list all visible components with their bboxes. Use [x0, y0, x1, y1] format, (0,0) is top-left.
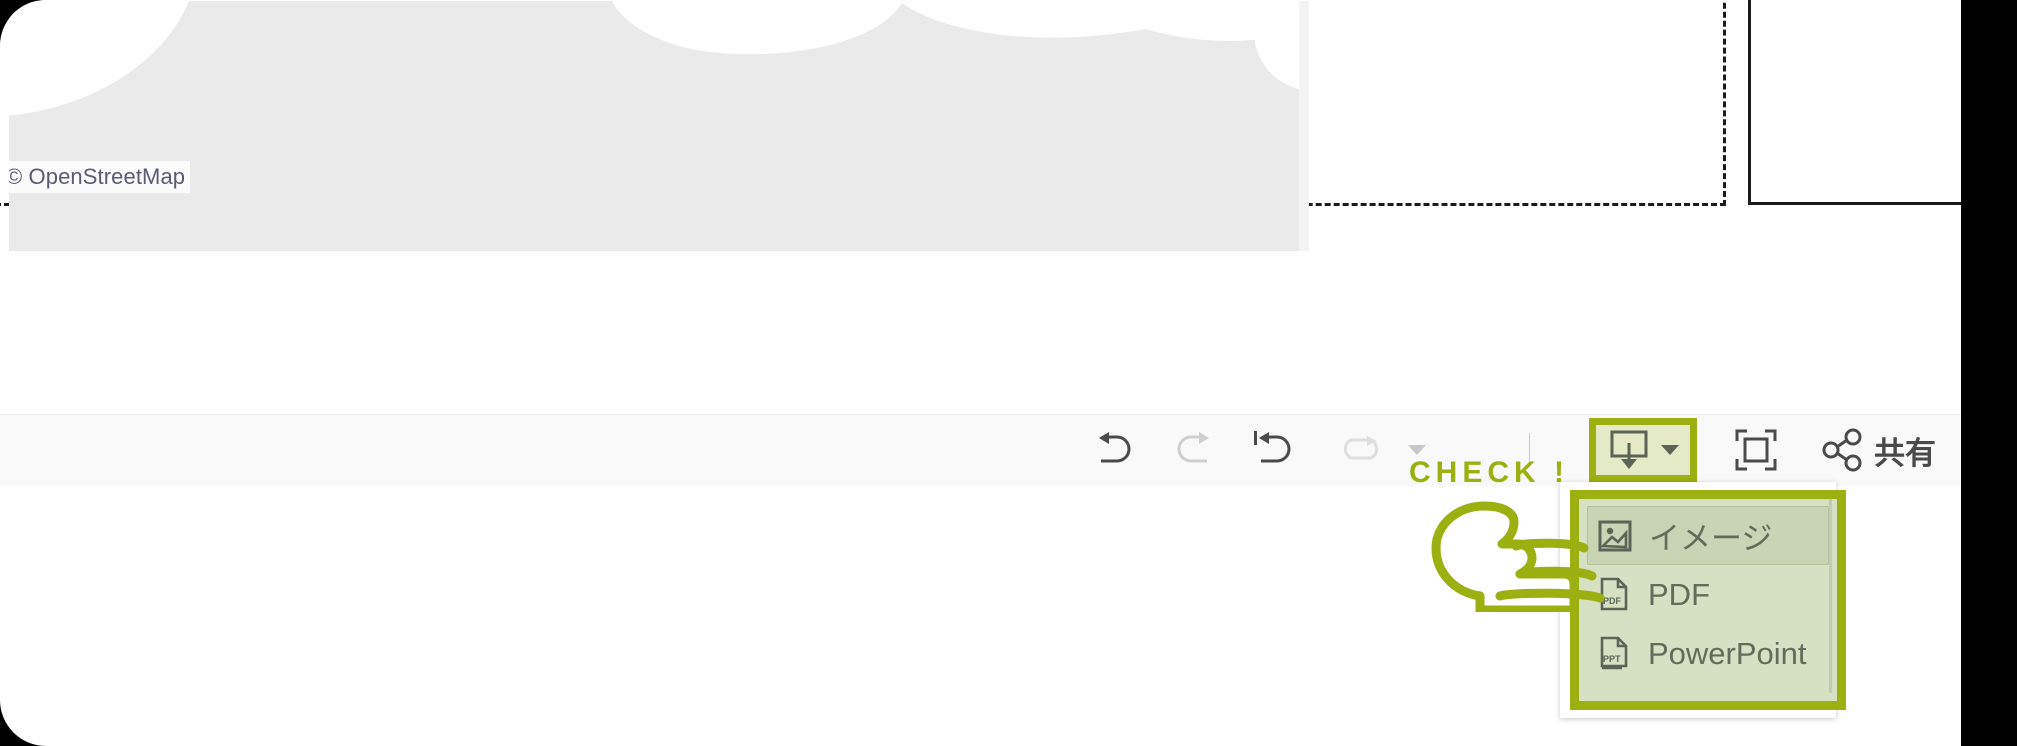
svg-text:PPT: PPT	[1603, 654, 1621, 664]
landmass-shape	[601, 1, 917, 69]
share-icon	[1822, 428, 1862, 472]
page-surface: © OpenStreetMap CHECK ! 共有 イメージ PDF PDF …	[0, 0, 1961, 746]
share-button[interactable]: 共有	[1820, 414, 1961, 486]
revert-arrow-icon	[1254, 431, 1291, 463]
export-menu-item-label: PowerPoint	[1648, 635, 1807, 671]
fullscreen-button[interactable]	[1724, 414, 1788, 486]
map-attribution[interactable]: © OpenStreetMap	[9, 161, 191, 193]
redo-button[interactable]	[1162, 414, 1226, 486]
pointing-hand-cursor-icon	[1431, 501, 1605, 612]
revert-to-start-button[interactable]	[1242, 414, 1306, 486]
right-black-gutter	[1961, 0, 2017, 746]
powerpoint-file-icon: PPT	[1600, 636, 1628, 669]
export-download-icon	[1610, 430, 1648, 469]
export-menu-scrollbar[interactable]	[1829, 499, 1832, 693]
chevron-down-icon	[1661, 445, 1679, 455]
export-menu-item-pdf[interactable]: PDF PDF	[1579, 565, 1837, 624]
check-annotation-label: CHECK !	[1409, 456, 1569, 489]
undo-arrow-icon	[1099, 432, 1131, 463]
share-button-label: 共有	[1874, 435, 1936, 471]
replay-arrow-icon	[1343, 436, 1379, 460]
export-menu-item-powerpoint[interactable]: PPT PowerPoint	[1579, 624, 1837, 683]
replay-button[interactable]	[1330, 414, 1394, 486]
screen-root: © OpenStreetMap CHECK ! 共有 イメージ PDF PDF …	[0, 0, 2017, 746]
export-menu-item-label: イメージ	[1649, 521, 1773, 556]
map-edge-panel	[1299, 1, 1309, 251]
undo-button[interactable]	[1082, 414, 1146, 486]
export-button[interactable]	[1589, 418, 1697, 482]
export-menu-list: イメージ PDF PDF PPT PowerPoint	[1579, 499, 1837, 701]
map-canvas[interactable]: © OpenStreetMap	[9, 1, 1309, 251]
side-panel	[1748, 0, 1961, 205]
export-menu-item-image[interactable]: イメージ	[1587, 506, 1829, 565]
fullscreen-icon	[1735, 429, 1777, 471]
chevron-down-icon	[1408, 445, 1426, 455]
export-menu-item-label: PDF	[1648, 576, 1710, 612]
map-widget-selection[interactable]: © OpenStreetMap	[0, 0, 1726, 251]
redo-arrow-icon	[1177, 432, 1209, 463]
